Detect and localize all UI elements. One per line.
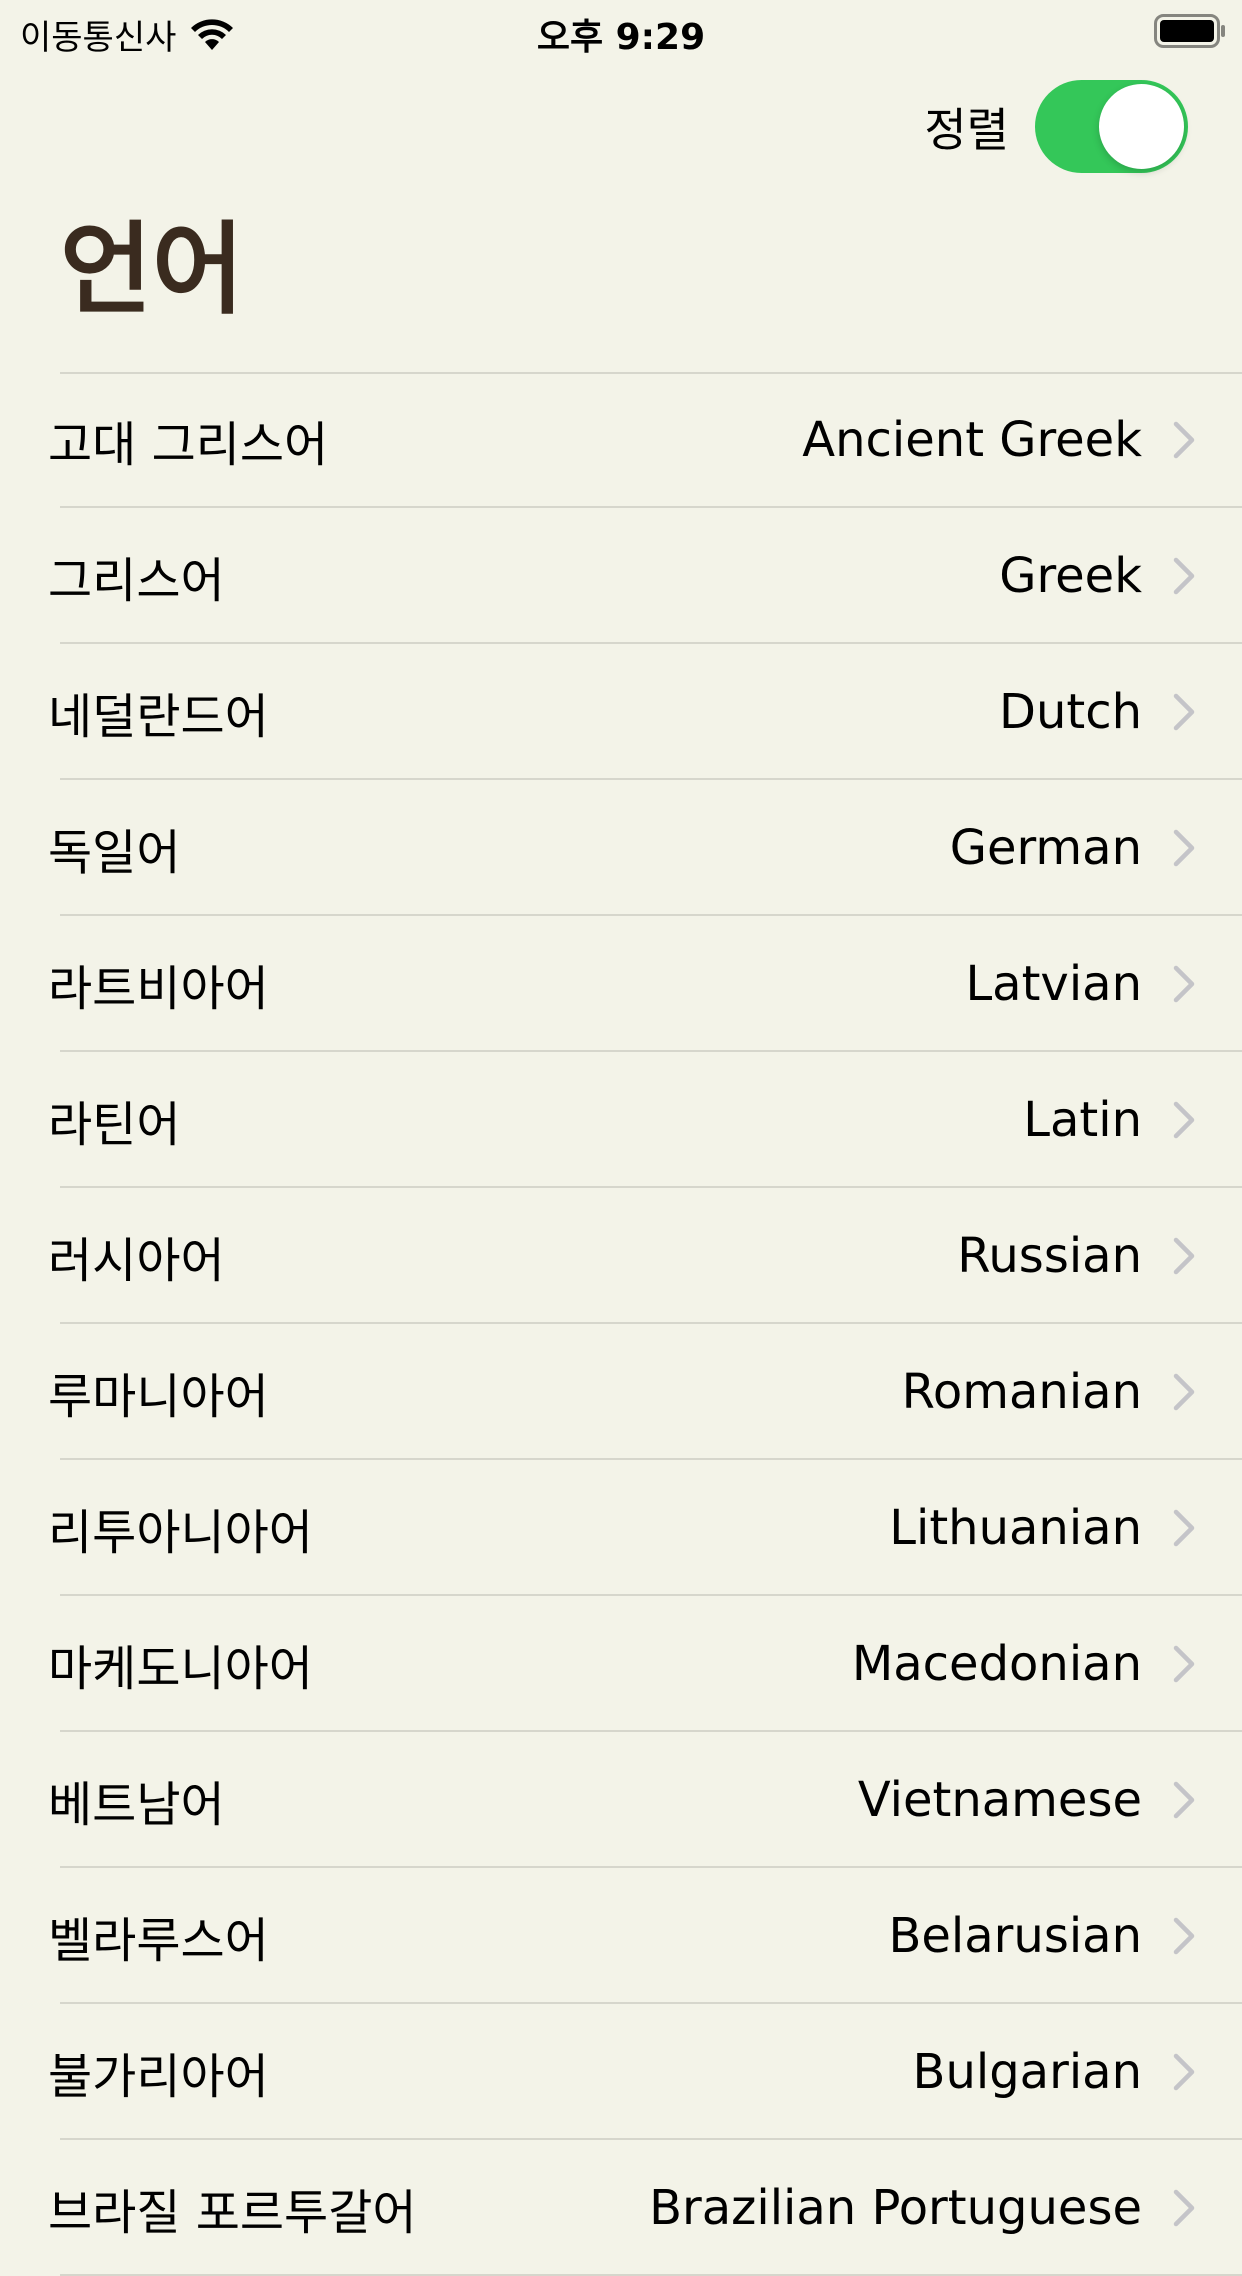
language-name-english: Lithuanian xyxy=(889,1500,1142,1556)
chevron-right-icon xyxy=(1173,421,1195,459)
language-name-korean: 루마니아어 xyxy=(48,1369,269,1425)
language-name-english: Bulgarian xyxy=(912,2044,1142,2100)
chevron-right-icon xyxy=(1173,829,1195,867)
list-item[interactable]: 불가리아어 Bulgarian xyxy=(0,2004,1242,2140)
status-time: 오후 9:29 xyxy=(536,17,706,58)
chevron-right-icon xyxy=(1173,1237,1195,1275)
list-item[interactable]: 러시아어 Russian xyxy=(0,1188,1242,1324)
list-item[interactable]: 루마니아어 Romanian xyxy=(0,1324,1242,1460)
language-name-english: Vietnamese xyxy=(857,1772,1142,1828)
language-name-english: Ancient Greek xyxy=(802,412,1142,468)
language-name-english: Dutch xyxy=(998,684,1142,740)
language-name-english: Romanian xyxy=(901,1364,1142,1420)
sort-toggle[interactable] xyxy=(1035,80,1188,173)
list-item[interactable]: 독일어 German xyxy=(0,780,1242,916)
language-name-english: German xyxy=(949,820,1142,876)
chevron-right-icon xyxy=(1173,1781,1195,1819)
list-item[interactable]: 라트비아어 Latvian xyxy=(0,916,1242,1052)
chevron-right-icon xyxy=(1173,2053,1195,2091)
chevron-right-icon xyxy=(1173,1373,1195,1411)
language-name-korean: 그리스어 xyxy=(48,553,225,609)
language-name-korean: 브라질 포르투갈어 xyxy=(48,2185,417,2241)
list-item[interactable]: 벨라루스어 Belarusian xyxy=(0,1868,1242,2004)
language-name-english: Brazilian Portuguese xyxy=(649,2180,1142,2236)
language-name-korean: 마케도니아어 xyxy=(48,1641,313,1697)
chevron-right-icon xyxy=(1173,557,1195,595)
language-name-korean: 불가리아어 xyxy=(48,2049,269,2105)
list-item[interactable]: 그리스어 Greek xyxy=(0,508,1242,644)
language-name-korean: 라틴어 xyxy=(48,1097,181,1153)
chevron-right-icon xyxy=(1173,1509,1195,1547)
navigation-bar: 정렬 xyxy=(0,60,1242,190)
page-title: 언어 xyxy=(60,211,244,328)
chevron-right-icon xyxy=(1173,2189,1195,2227)
language-name-korean: 네덜란드어 xyxy=(48,689,269,745)
language-name-english: Latvian xyxy=(965,956,1142,1012)
language-name-english: Belarusian xyxy=(888,1908,1142,1964)
list-item[interactable]: 네덜란드어 Dutch xyxy=(0,644,1242,780)
sort-label: 정렬 xyxy=(924,102,1009,157)
language-name-korean: 벨라루스어 xyxy=(48,1913,269,1969)
sort-toggle-knob xyxy=(1099,84,1184,169)
battery-icon xyxy=(1154,14,1226,52)
language-name-korean: 리투아니아어 xyxy=(48,1505,313,1561)
language-name-english: Greek xyxy=(999,548,1142,604)
list-item[interactable]: 리투아니아어 Lithuanian xyxy=(0,1460,1242,1596)
language-name-korean: 고대 그리스어 xyxy=(48,417,329,473)
chevron-right-icon xyxy=(1173,1645,1195,1683)
language-name-english: Latin xyxy=(1023,1092,1142,1148)
list-item[interactable]: 라틴어 Latin xyxy=(0,1052,1242,1188)
chevron-right-icon xyxy=(1173,965,1195,1003)
language-list: 고대 그리스어 Ancient Greek 그리스어 Greek 네덜란드어 Dutch 독… xyxy=(0,372,1242,2276)
language-name-korean: 독일어 xyxy=(48,825,181,881)
list-item[interactable]: 고대 그리스어 Ancient Greek xyxy=(0,372,1242,508)
chevron-right-icon xyxy=(1173,1917,1195,1955)
language-name-korean: 베트남어 xyxy=(48,1777,225,1833)
language-name-korean: 라트비아어 xyxy=(48,961,269,1017)
list-item[interactable]: 브라질 포르투갈어 Brazilian Portuguese xyxy=(0,2140,1242,2276)
chevron-right-icon xyxy=(1173,1101,1195,1139)
sort-control: 정렬 xyxy=(924,80,1188,173)
language-name-korean: 러시아어 xyxy=(48,1233,225,1289)
language-name-english: Russian xyxy=(957,1228,1142,1284)
chevron-right-icon xyxy=(1173,693,1195,731)
list-item[interactable]: 베트남어 Vietnamese xyxy=(0,1732,1242,1868)
status-bar: 이동통신사 오후 9:29 xyxy=(0,0,1242,60)
list-item[interactable]: 마케도니아어 Macedonian xyxy=(0,1596,1242,1732)
language-name-english: Macedonian xyxy=(851,1636,1142,1692)
